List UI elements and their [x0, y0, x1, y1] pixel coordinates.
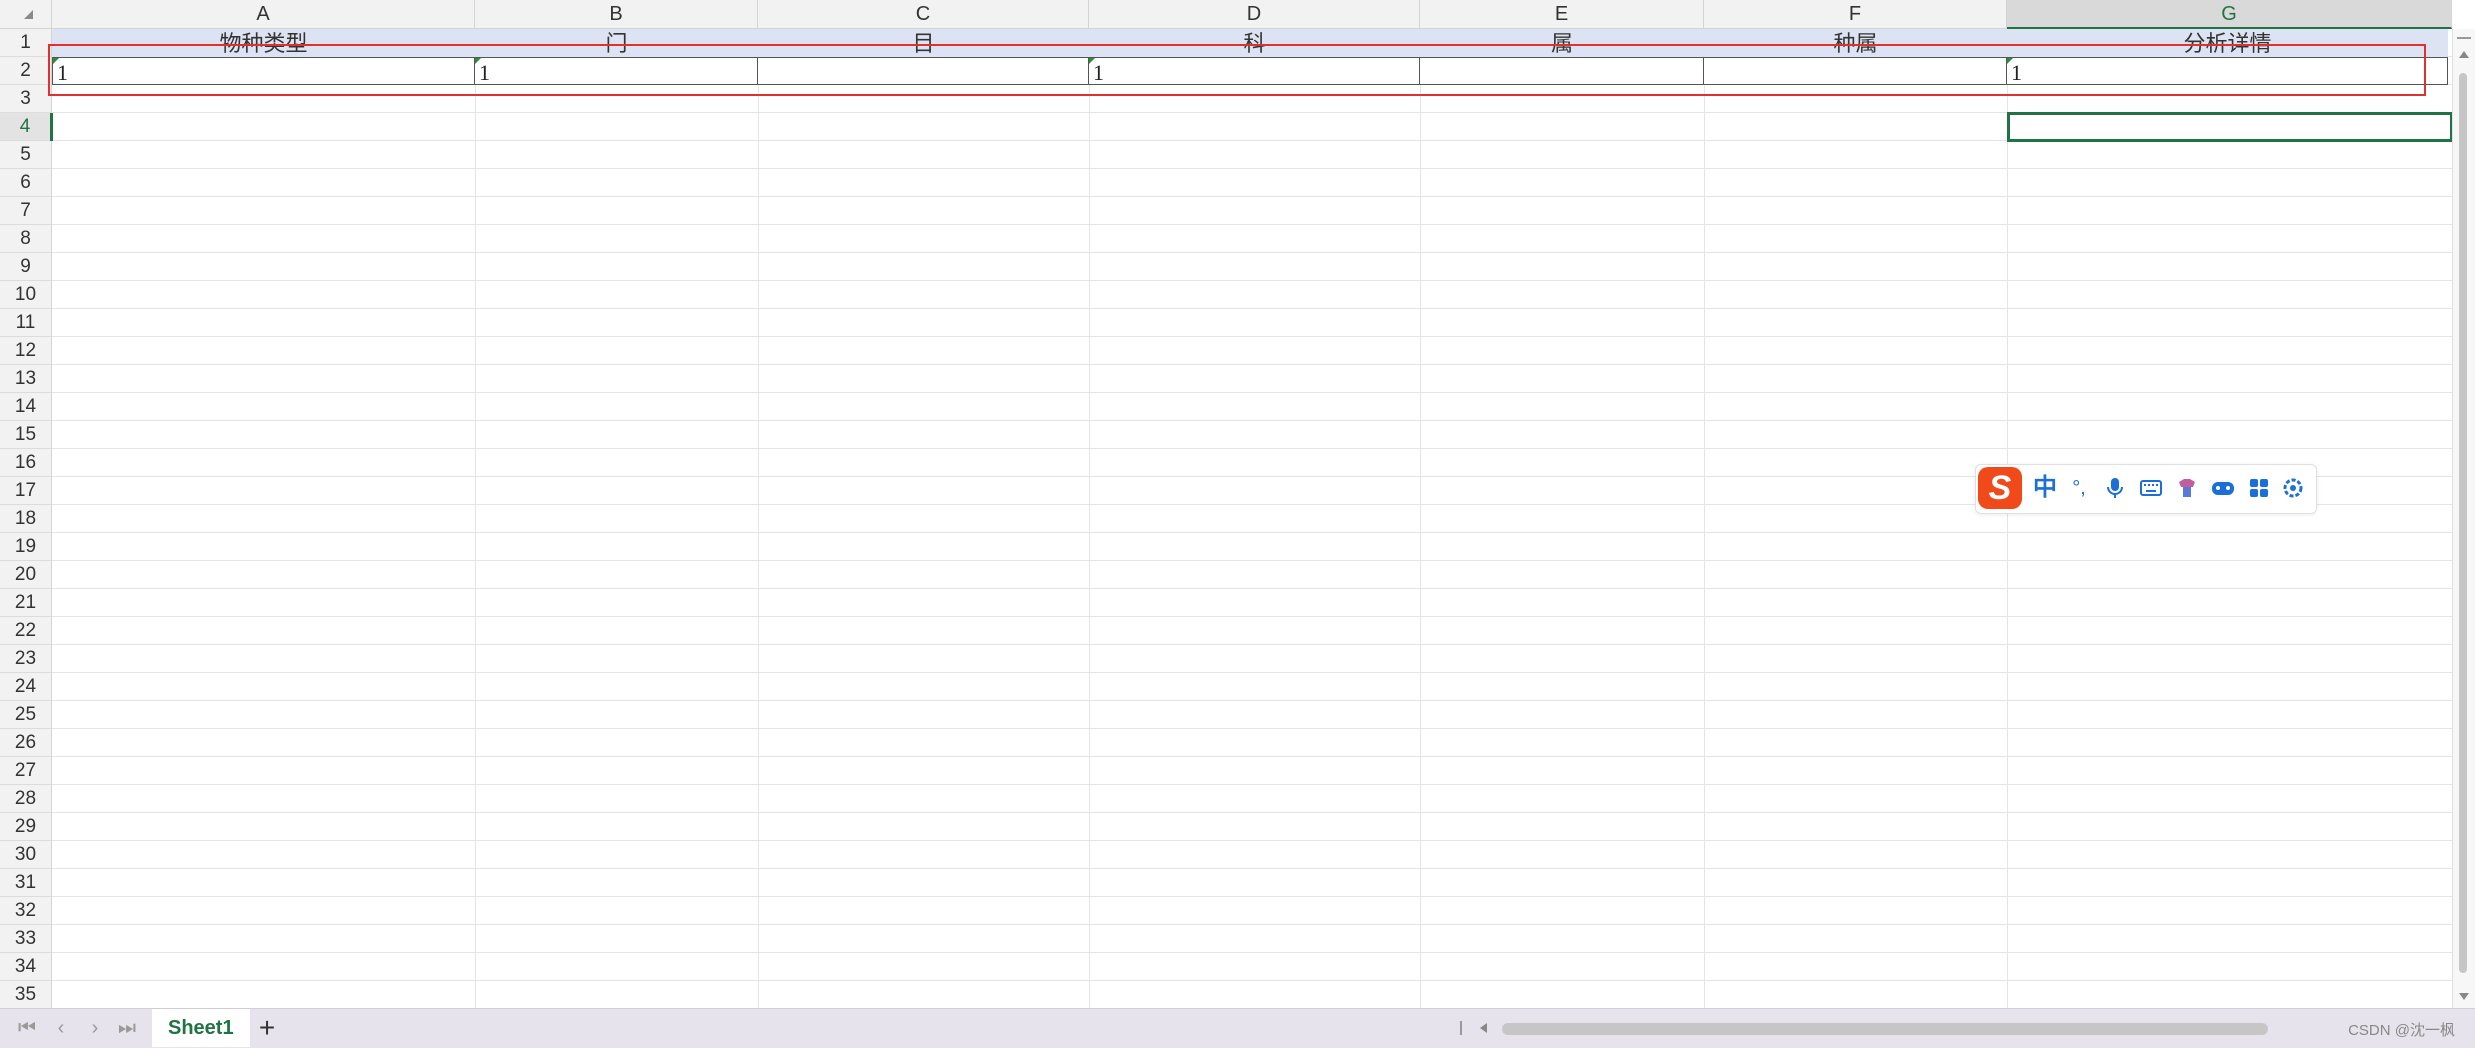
- split-handle-icon[interactable]: [2457, 37, 2471, 39]
- active-cell-g4[interactable]: [2007, 112, 2453, 142]
- row-header-23[interactable]: 23: [0, 645, 52, 673]
- column-header-f[interactable]: F: [1704, 0, 2007, 29]
- column-header-c[interactable]: C: [758, 0, 1089, 29]
- row-header-27[interactable]: 27: [0, 757, 52, 785]
- row-header-13[interactable]: 13: [0, 365, 52, 393]
- row-header-14[interactable]: 14: [0, 393, 52, 421]
- select-all-triangle-icon: [24, 10, 33, 19]
- horizontal-scroll-thumb[interactable]: [1502, 1023, 2268, 1035]
- vertical-scroll-thumb[interactable]: [2459, 73, 2467, 973]
- row-header-32[interactable]: 32: [0, 897, 52, 925]
- scroll-up-icon[interactable]: [2459, 51, 2469, 58]
- first-sheet-icon[interactable]: ⏮: [16, 1017, 38, 1039]
- column-header-g[interactable]: G: [2007, 0, 2452, 29]
- row-header-11[interactable]: 11: [0, 309, 52, 337]
- skin-icon[interactable]: [2172, 473, 2202, 503]
- row-header-20[interactable]: 20: [0, 561, 52, 589]
- row-header-24[interactable]: 24: [0, 673, 52, 701]
- keyboard-icon[interactable]: [2136, 473, 2166, 503]
- row-header-9[interactable]: 9: [0, 253, 52, 281]
- settings-icon[interactable]: [2278, 473, 2308, 503]
- sogou-logo-icon[interactable]: S: [1978, 467, 2022, 509]
- row-header-19[interactable]: 19: [0, 533, 52, 561]
- row-header-3[interactable]: 3: [0, 85, 52, 113]
- ime-language-toggle[interactable]: 中: [2030, 473, 2060, 503]
- row-header-31[interactable]: 31: [0, 869, 52, 897]
- row-header-4[interactable]: 4: [0, 113, 52, 141]
- highlight-box: [48, 44, 2426, 96]
- cell-grid[interactable]: [52, 29, 2452, 1008]
- row-header-18[interactable]: 18: [0, 505, 52, 533]
- row-header-33[interactable]: 33: [0, 925, 52, 953]
- row-header-8[interactable]: 8: [0, 225, 52, 253]
- select-all-corner[interactable]: [0, 0, 52, 29]
- row-header-10[interactable]: 10: [0, 281, 52, 309]
- row-header-22[interactable]: 22: [0, 617, 52, 645]
- row-header-5[interactable]: 5: [0, 141, 52, 169]
- row-header-34[interactable]: 34: [0, 953, 52, 981]
- sheet-tab-sheet1[interactable]: Sheet1: [152, 1009, 250, 1047]
- ime-toolbar[interactable]: S 中 °,: [1975, 464, 2317, 514]
- column-header-a[interactable]: A: [52, 0, 475, 29]
- row-focus-indicator: [50, 113, 53, 141]
- prev-sheet-icon[interactable]: ‹: [50, 1017, 72, 1039]
- row-header-6[interactable]: 6: [0, 169, 52, 197]
- row-header-21[interactable]: 21: [0, 589, 52, 617]
- scroll-left-icon[interactable]: [1480, 1023, 1487, 1033]
- sheet-tab-bar: ⏮ ‹ › ⏭ Sheet1 + CSDN @沈一枫: [0, 1008, 2475, 1048]
- row-header-25[interactable]: 25: [0, 701, 52, 729]
- last-sheet-icon[interactable]: ⏭: [116, 1017, 138, 1039]
- row-header-7[interactable]: 7: [0, 197, 52, 225]
- next-sheet-icon[interactable]: ›: [84, 1017, 106, 1039]
- row-header-2[interactable]: 2: [0, 57, 52, 85]
- row-header-17[interactable]: 17: [0, 477, 52, 505]
- row-header-30[interactable]: 30: [0, 841, 52, 869]
- watermark: CSDN @沈一枫: [2348, 1022, 2455, 1039]
- row-header-29[interactable]: 29: [0, 813, 52, 841]
- row-header-12[interactable]: 12: [0, 337, 52, 365]
- row-header-1[interactable]: 1: [0, 29, 52, 57]
- row-header-28[interactable]: 28: [0, 785, 52, 813]
- hscroll-split-handle[interactable]: [1460, 1021, 1462, 1035]
- add-sheet-button[interactable]: +: [252, 1013, 282, 1043]
- row-header-26[interactable]: 26: [0, 729, 52, 757]
- microphone-icon[interactable]: [2100, 473, 2130, 503]
- ime-punctuation-toggle[interactable]: °,: [2064, 473, 2094, 503]
- column-header-e[interactable]: E: [1420, 0, 1704, 29]
- gamepad-icon[interactable]: [2208, 473, 2238, 503]
- scroll-down-icon[interactable]: [2459, 993, 2469, 1000]
- row-header-15[interactable]: 15: [0, 421, 52, 449]
- apps-grid-icon[interactable]: [2244, 473, 2274, 503]
- column-header-d[interactable]: D: [1089, 0, 1420, 29]
- row-header-35[interactable]: 35: [0, 981, 52, 1008]
- column-header-b[interactable]: B: [475, 0, 758, 29]
- vertical-scrollbar[interactable]: [2452, 29, 2475, 1008]
- row-header-16[interactable]: 16: [0, 449, 52, 477]
